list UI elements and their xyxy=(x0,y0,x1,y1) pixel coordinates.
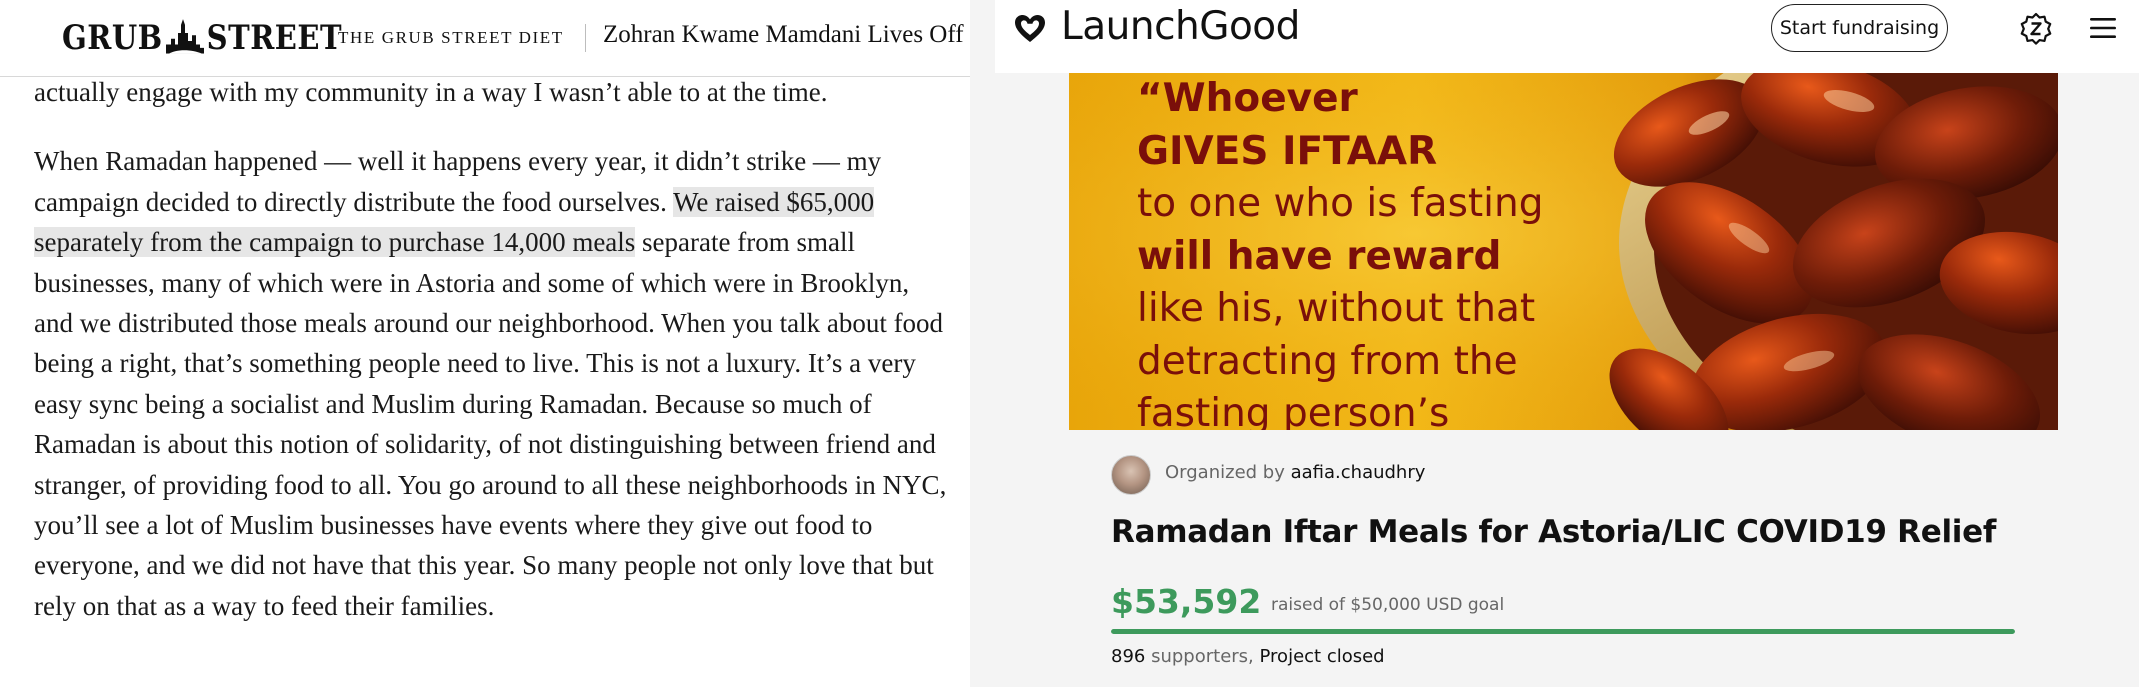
organized-by-label: Organized by xyxy=(1165,462,1285,483)
project-status: Project closed xyxy=(1259,646,1385,667)
launchgood-header: LaunchGood Start fundraising xyxy=(995,0,2139,73)
heart-icon[interactable] xyxy=(1013,12,1047,46)
skyline-icon xyxy=(165,19,204,54)
supporters-count: 896 xyxy=(1111,646,1146,667)
hamburger-menu-icon[interactable] xyxy=(2090,16,2116,40)
organizer-name[interactable]: aafia.chaudhry xyxy=(1291,462,1426,483)
supporters-status-line: 896 supporters, Project closed xyxy=(1111,646,1385,667)
previous-paragraph-tail: actually engage with my community in a w… xyxy=(34,77,828,107)
site-header: GRUB STREET THE GRUB STREET DIET Zohran K… xyxy=(0,0,970,77)
paragraph-text-end: separate from small businesses, many of … xyxy=(34,227,947,621)
pane-gutter xyxy=(970,0,995,687)
quote-line-4: will have reward xyxy=(1137,233,1502,279)
campaign-hero-image: “Whoever GIVES IFTAAR to one who is fast… xyxy=(1069,73,2058,430)
quote-line-2: GIVES IFTAAR xyxy=(1137,128,1438,174)
launchgood-pane: LaunchGood Start fundraising “Whoever GI… xyxy=(995,0,2139,687)
funding-progress-fill xyxy=(1111,629,2015,634)
quote-line-7: fasting person’s xyxy=(1137,391,1450,430)
header-divider xyxy=(585,24,586,52)
launchgood-wordmark[interactable]: LaunchGood xyxy=(1061,4,1300,49)
campaign-card: Organized by aafia.chaudhry Ramadan Ifta… xyxy=(1069,430,2058,687)
article-paragraph: When Ramadan happened — well it happens … xyxy=(34,141,954,626)
quote-line-5: like his, without that xyxy=(1137,286,1536,331)
amount-raised: $53,592 xyxy=(1111,582,1262,621)
funding-progress-bar xyxy=(1111,629,2015,634)
organizer-avatar[interactable] xyxy=(1111,455,1151,495)
supporters-label: supporters, xyxy=(1151,646,1254,667)
hero-quote-text: “Whoever GIVES IFTAAR to one who is fast… xyxy=(1137,73,1617,430)
logo-word-street: STREET xyxy=(206,18,343,58)
grubstreet-logo[interactable]: GRUB STREET xyxy=(62,18,342,57)
logo-word-grub: GRUB xyxy=(62,18,163,58)
organized-by-line: Organized by aafia.chaudhry xyxy=(1165,462,1425,483)
quote-line-6: detracting from the xyxy=(1137,338,1518,384)
quote-line-1: “Whoever xyxy=(1137,76,1358,121)
start-fundraising-button[interactable]: Start fundraising xyxy=(1771,4,1948,52)
grubstreet-pane: actually engage with my community in a w… xyxy=(0,0,970,687)
quote-line-3: to one who is fasting xyxy=(1137,181,1544,226)
article-body: actually engage with my community in a w… xyxy=(34,72,954,626)
header-headline[interactable]: Zohran Kwame Mamdani Lives Off N xyxy=(603,21,970,49)
section-label[interactable]: THE GRUB STREET DIET xyxy=(338,28,564,48)
zakat-badge-icon[interactable] xyxy=(2019,12,2053,46)
campaign-title: Ramadan Iftar Meals for Astoria/LIC COVI… xyxy=(1111,514,1997,550)
goal-text: raised of $50,000 USD goal xyxy=(1271,595,1505,615)
